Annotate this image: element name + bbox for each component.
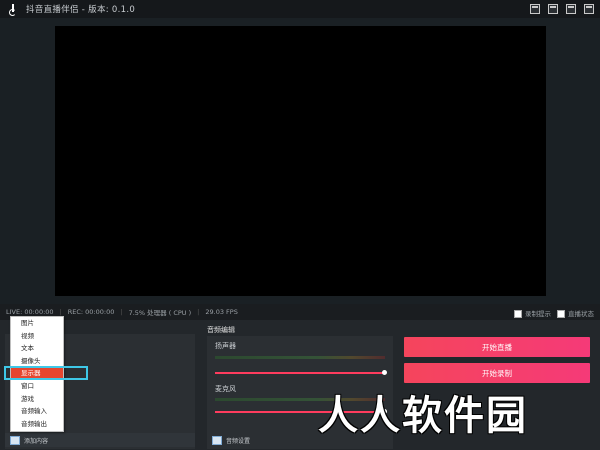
- settings-icon[interactable]: [530, 4, 540, 14]
- maximize-icon[interactable]: [566, 4, 576, 14]
- window-title: 抖音直播伴侣 - 版本: 0.1.0: [26, 5, 136, 15]
- rec-timer: REC: 00:00:00: [67, 308, 115, 316]
- speaker-slider[interactable]: [215, 372, 385, 374]
- checkbox-icon: [557, 310, 565, 318]
- menu-item-audio-output[interactable]: 音频输出: [11, 418, 63, 431]
- menu-item-window[interactable]: 窗口: [11, 380, 63, 393]
- preview-area: [0, 18, 600, 304]
- image-icon: [212, 435, 222, 445]
- preview-canvas[interactable]: [55, 26, 546, 296]
- watermark-text: 人人软件园: [318, 393, 528, 439]
- status-toggles: 录制提示 直播状态: [514, 308, 594, 318]
- app-logo-icon: [8, 4, 18, 16]
- speaker-slider-knob[interactable]: [382, 370, 387, 375]
- add-content-label: 添加内容: [24, 437, 49, 445]
- highlight-outline: [4, 366, 88, 380]
- divider: |: [197, 308, 200, 316]
- start-live-button[interactable]: 开始直播: [404, 337, 590, 357]
- close-icon[interactable]: [584, 4, 594, 14]
- title-bar: 抖音直播伴侣 - 版本: 0.1.0: [0, 0, 600, 18]
- live-status-label: 直播状态: [568, 310, 594, 318]
- cpu-usage: 7.5% 处理器 ( CPU ): [128, 309, 192, 317]
- start-record-button[interactable]: 开始录制: [404, 363, 590, 383]
- fps-readout: 29.03 FPS: [205, 308, 238, 316]
- audio-settings-label: 音频设置: [226, 437, 251, 445]
- audio-header: 音频编辑: [207, 326, 235, 334]
- divider: |: [59, 308, 62, 316]
- menu-item-audio-input[interactable]: 音频输入: [11, 405, 63, 418]
- menu-item-image[interactable]: 图片: [11, 317, 63, 330]
- live-timer: LIVE: 00:00:00: [6, 308, 54, 316]
- speaker-meter: [215, 356, 385, 359]
- menu-item-text[interactable]: 文本: [11, 342, 63, 355]
- live-status-toggle[interactable]: 直播状态: [557, 308, 594, 318]
- menu-item-video[interactable]: 视频: [11, 330, 63, 343]
- image-icon: [10, 435, 20, 445]
- divider: |: [120, 308, 123, 316]
- record-hint-label: 录制提示: [525, 310, 551, 318]
- status-bar: LIVE: 00:00:00 | REC: 00:00:00 | 7.5% 处理…: [0, 304, 600, 320]
- add-content-button[interactable]: 添加内容: [5, 433, 195, 447]
- record-hint-toggle[interactable]: 录制提示: [514, 308, 551, 318]
- speaker-label: 扬声器: [215, 342, 236, 350]
- mic-label: 麦克风: [215, 385, 236, 393]
- minimize-icon[interactable]: [548, 4, 558, 14]
- menu-item-game[interactable]: 游戏: [11, 393, 63, 406]
- checkbox-icon: [514, 310, 522, 318]
- window-controls: [530, 4, 594, 14]
